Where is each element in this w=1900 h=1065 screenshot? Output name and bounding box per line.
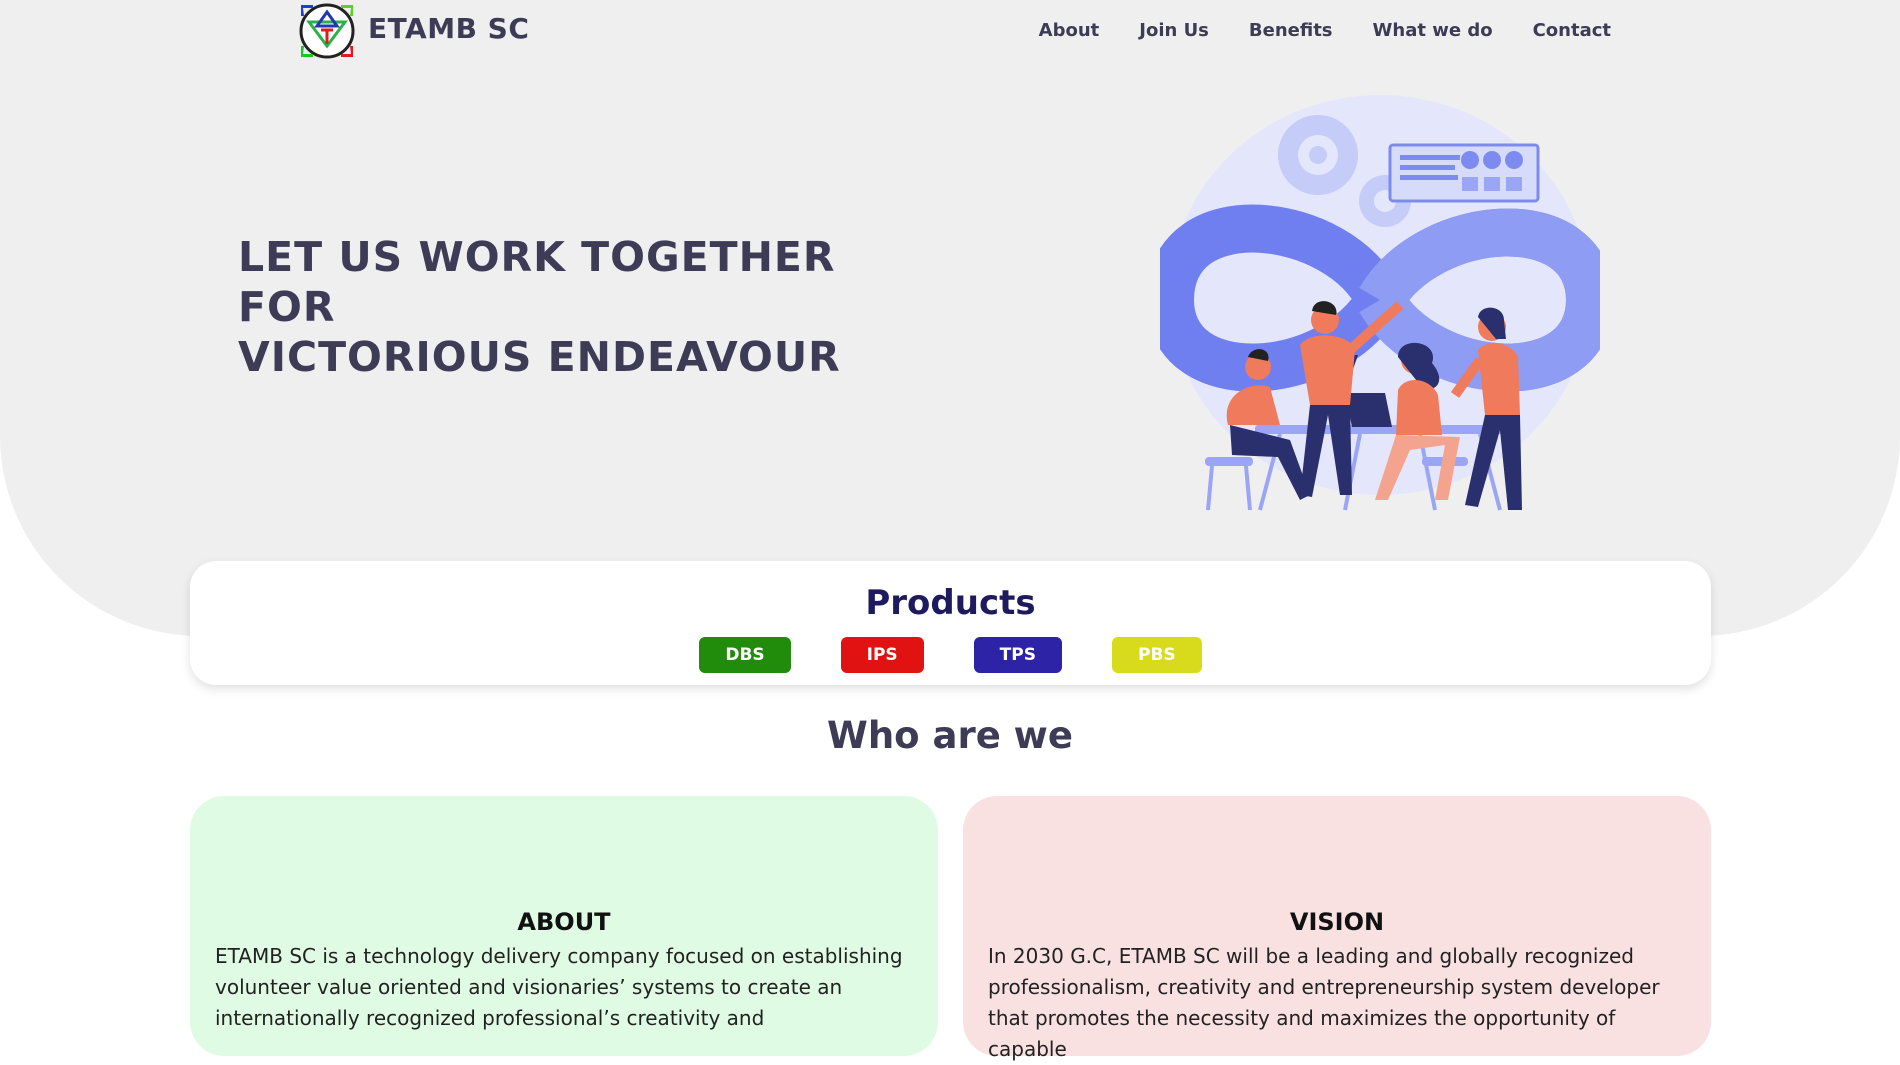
dashboard-panel-icon xyxy=(1388,143,1540,203)
nav-link-join-us[interactable]: Join Us xyxy=(1139,20,1209,41)
hero-headline: LET US WORK TOGETHER FOR VICTORIOUS ENDE… xyxy=(238,232,841,382)
vision-title: VISION xyxy=(1289,908,1385,936)
products-card: Products DBS IPS TPS PBS xyxy=(190,561,1711,685)
vision-card: VISION In 2030 G.C, ETAMB SC will be a l… xyxy=(963,796,1711,1061)
vision-text: In 2030 G.C, ETAMB SC will be a leading … xyxy=(988,944,1660,1061)
section-title-who-are-we: Who are we xyxy=(827,714,1073,757)
nav-links: About Join Us Benefits What we do Contac… xyxy=(1039,20,1611,41)
hero-line-2: FOR xyxy=(238,283,336,331)
brand-name[interactable]: ETAMB SC xyxy=(368,12,529,45)
product-button-dbs[interactable]: DBS xyxy=(699,637,791,673)
gear-icon xyxy=(1278,115,1358,195)
nav-link-what-we-do[interactable]: What we do xyxy=(1373,20,1493,41)
about-title: ABOUT xyxy=(517,908,611,936)
nav-link-benefits[interactable]: Benefits xyxy=(1249,20,1333,41)
nav-link-contact[interactable]: Contact xyxy=(1533,20,1611,41)
product-buttons: DBS IPS TPS PBS xyxy=(190,637,1711,673)
about-card: ABOUT ETAMB SC is a technology delivery … xyxy=(190,796,938,1056)
product-button-pbs[interactable]: PBS xyxy=(1111,637,1202,673)
etamb-logo-icon[interactable] xyxy=(297,0,357,60)
team-collaboration-illustration xyxy=(1160,95,1600,511)
hero-line-1: LET US WORK TOGETHER xyxy=(238,233,836,281)
products-title: Products xyxy=(865,583,1036,623)
product-button-tps[interactable]: TPS xyxy=(973,637,1062,673)
top-navbar: ETAMB SC About Join Us Benefits What we … xyxy=(0,0,1900,62)
hero-line-3: VICTORIOUS ENDEAVOUR xyxy=(238,333,841,381)
about-text: ETAMB SC is a technology delivery compan… xyxy=(215,944,903,1030)
product-button-ips[interactable]: IPS xyxy=(840,637,924,673)
nav-link-about[interactable]: About xyxy=(1039,20,1100,41)
